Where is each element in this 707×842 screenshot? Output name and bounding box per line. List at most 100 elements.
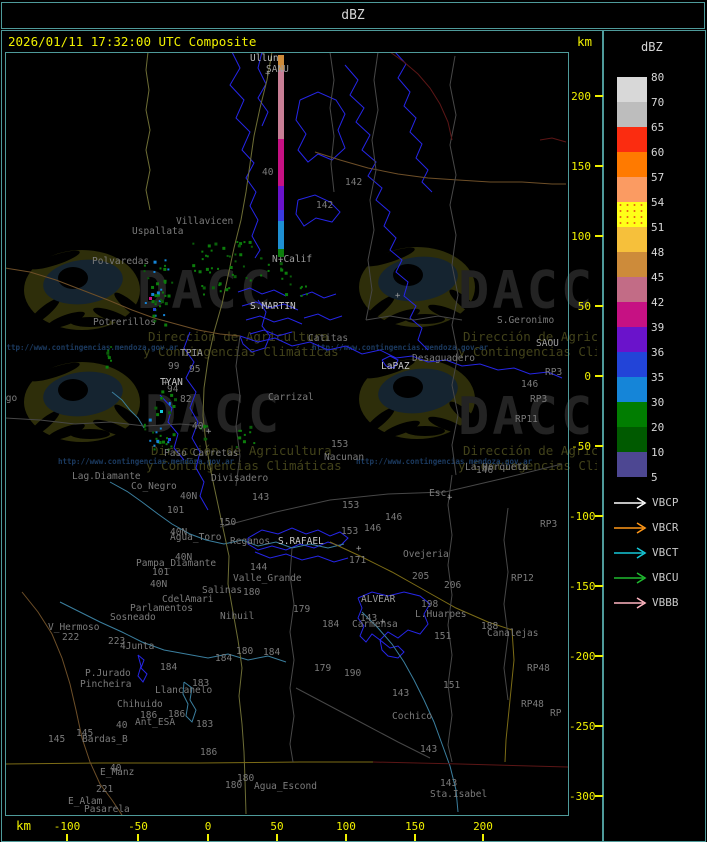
- radar-echo: [201, 258, 204, 261]
- watermark-line1: Dirección de Agricultura: [148, 329, 329, 344]
- map-label: SAOU: [536, 338, 559, 349]
- y-tick: [595, 305, 603, 307]
- map-line: [539, 137, 567, 143]
- map-label: La Horqueta: [465, 462, 528, 473]
- y-tick-label: -100: [569, 510, 596, 523]
- radar-echo: [167, 268, 170, 271]
- x-tick-label: 200: [473, 820, 493, 833]
- y-tick: [595, 95, 603, 97]
- map-label: S.Geronimo: [497, 315, 554, 326]
- map-label: 171: [349, 555, 366, 566]
- radar-echo: [173, 398, 177, 402]
- y-tick-label: 0: [584, 370, 591, 383]
- radar-echo: [152, 431, 155, 434]
- map-label: 151: [443, 680, 460, 691]
- radar-echo: [160, 397, 163, 400]
- x-tick-label: -50: [128, 820, 148, 833]
- colorbar-block: [617, 102, 647, 127]
- colorbar-value: 10: [651, 446, 665, 459]
- radar-echo: [143, 425, 146, 428]
- radar-echo: [166, 437, 169, 440]
- map-line: [372, 761, 569, 768]
- colorbar-block: [617, 327, 647, 352]
- map-line: [137, 654, 148, 683]
- radar-echo: [107, 356, 111, 360]
- map-label: 143: [392, 688, 409, 699]
- map-label: Nihuil: [220, 611, 254, 622]
- map-label: 40N: [180, 491, 197, 502]
- colorbar-title: dBZ: [641, 40, 663, 54]
- radar-echo: [219, 290, 222, 293]
- colorbar-block: [617, 202, 647, 227]
- radar-echo: [148, 418, 152, 422]
- map-label: Ant_ESA: [135, 717, 175, 728]
- radar-echo: [237, 244, 241, 248]
- radar-echo: [155, 431, 158, 434]
- x-tick-label: 50: [270, 820, 284, 833]
- radar-echo: [144, 428, 147, 431]
- y-tick-label: 100: [571, 230, 591, 243]
- legend-label: VBCR: [652, 521, 679, 534]
- radar-echo: [143, 423, 146, 426]
- x-tick: [345, 834, 347, 841]
- colorbar-block: [617, 277, 647, 302]
- radar-echo: [267, 269, 270, 272]
- interference-streak: [278, 221, 284, 249]
- colorbar-block: [617, 127, 647, 152]
- map-line: [303, 313, 343, 321]
- colorbar-value: 36: [651, 346, 665, 359]
- map-label: 183: [196, 719, 213, 730]
- logo-pupil: [58, 379, 88, 401]
- radar-echo: [164, 259, 167, 262]
- map-label: 184: [263, 647, 280, 658]
- map-label: ALVEAR: [361, 594, 396, 605]
- map-label: 221: [96, 784, 113, 795]
- map-line: [295, 91, 346, 163]
- map-label: 101: [167, 505, 184, 516]
- radar-echo: [205, 254, 208, 257]
- radar-echo: [198, 270, 202, 274]
- colorbar-block: [617, 227, 647, 252]
- radar-echo: [242, 265, 245, 268]
- radar-echo: [194, 269, 197, 272]
- legend-label: VBCP: [652, 496, 679, 509]
- map-label: Sosneado: [110, 612, 156, 623]
- x-tick: [66, 834, 68, 841]
- colorbar-value: 5: [651, 471, 658, 484]
- x-tick: [276, 834, 278, 841]
- map-label: 179: [314, 663, 331, 674]
- radar-echo: [236, 241, 239, 244]
- y-tick: [595, 375, 603, 377]
- watermark-dacc-text: DACC: [145, 385, 282, 445]
- radar-echo: [168, 438, 171, 441]
- map-label: 4Junta: [120, 641, 154, 652]
- map-label: Esc.: [429, 488, 452, 499]
- radar-echo: [202, 293, 205, 296]
- map-label: 142: [345, 177, 362, 188]
- radar-echo: [285, 293, 289, 297]
- y-tick-label: 200: [571, 90, 591, 103]
- y-tick: [595, 235, 603, 237]
- radar-echo: [211, 286, 215, 290]
- vbbb-arrow-icon: [614, 597, 647, 609]
- map-label: Pampa_Diamante: [136, 558, 216, 569]
- radar-echo: [172, 404, 176, 408]
- x-tick: [137, 834, 139, 841]
- radar-echo: [205, 267, 209, 271]
- y-tick-label: -300: [569, 790, 596, 803]
- radar-echo: [153, 308, 156, 311]
- radar-echo: [249, 431, 252, 434]
- map-label: Desaguadero: [412, 353, 475, 364]
- colorbar-block: [617, 77, 647, 102]
- map-line: [295, 687, 431, 759]
- map-label: Divisadero: [211, 473, 268, 484]
- map-label: 145: [48, 734, 65, 745]
- colorbar-block: [617, 377, 647, 402]
- radar-echo: [304, 285, 307, 288]
- map-label: 143: [420, 744, 437, 755]
- x-tick: [207, 834, 209, 841]
- map-line: [145, 52, 151, 211]
- radar-echo: [163, 267, 167, 271]
- colorbar-value: 35: [651, 371, 665, 384]
- radar-echo: [155, 282, 159, 286]
